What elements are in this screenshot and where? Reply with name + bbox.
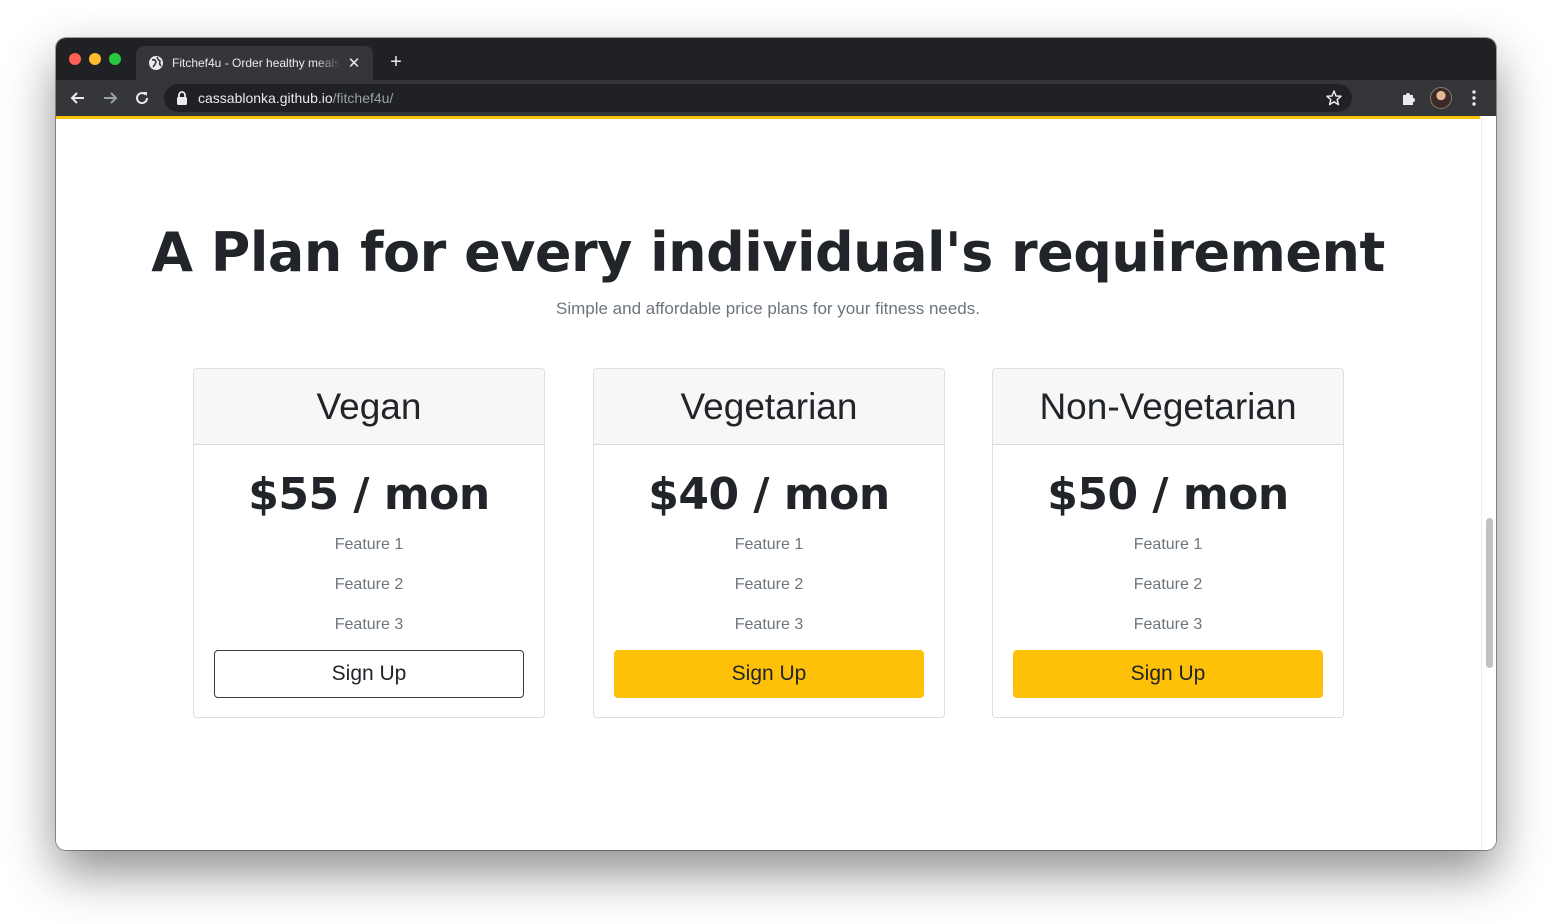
extensions-puzzle-icon[interactable] bbox=[1400, 89, 1418, 107]
browser-tab[interactable]: Fitchef4u - Order healthy meals ✕ bbox=[136, 46, 373, 80]
plan-price: $50 / mon bbox=[1047, 469, 1289, 520]
lock-icon bbox=[176, 91, 188, 105]
scrollbar-thumb[interactable] bbox=[1486, 518, 1493, 668]
close-tab-icon[interactable]: ✕ bbox=[345, 54, 363, 72]
vegetarian-signup-button[interactable]: Sign Up bbox=[614, 650, 924, 698]
pricing-section: A Plan for every individual's requiremen… bbox=[56, 116, 1480, 850]
tab-title: Fitchef4u - Order healthy meals bbox=[172, 56, 341, 70]
feature-item: Feature 3 bbox=[334, 616, 404, 633]
feature-item: Feature 2 bbox=[1133, 576, 1203, 593]
url-path: /fitchef4u/ bbox=[332, 90, 394, 106]
feature-item: Feature 1 bbox=[1133, 536, 1203, 553]
non-vegetarian-signup-button[interactable]: Sign Up bbox=[1013, 650, 1323, 698]
page-viewport: A Plan for every individual's requiremen… bbox=[56, 116, 1496, 850]
tab-strip: Fitchef4u - Order healthy meals ✕ + bbox=[56, 38, 1496, 80]
plan-name: Vegetarian bbox=[594, 369, 944, 445]
feature-item: Feature 1 bbox=[334, 536, 404, 553]
feature-list: Feature 1 Feature 2 Feature 3 bbox=[594, 525, 944, 645]
close-window-button[interactable] bbox=[69, 53, 81, 65]
url-host: cassablonka.github.io bbox=[198, 90, 333, 106]
plan-name: Vegan bbox=[194, 369, 544, 445]
feature-item: Feature 3 bbox=[734, 616, 804, 633]
back-arrow-icon[interactable] bbox=[66, 86, 90, 110]
plan-card-vegetarian: Vegetarian $40 / mon Feature 1 Feature 2… bbox=[593, 368, 945, 718]
vegan-signup-button[interactable]: Sign Up bbox=[214, 650, 524, 698]
feature-item: Feature 2 bbox=[334, 576, 404, 593]
feature-item: Feature 2 bbox=[734, 576, 804, 593]
forward-arrow-icon[interactable] bbox=[98, 86, 122, 110]
reload-icon[interactable] bbox=[130, 86, 154, 110]
plan-price: $40 / mon bbox=[648, 469, 890, 520]
feature-list: Feature 1 Feature 2 Feature 3 bbox=[993, 525, 1343, 645]
new-tab-button[interactable]: + bbox=[384, 51, 408, 75]
address-bar[interactable]: cassablonka.github.io/fitchef4u/ bbox=[164, 84, 1352, 112]
globe-icon bbox=[148, 55, 164, 71]
browser-toolbar: cassablonka.github.io/fitchef4u/ bbox=[56, 80, 1496, 116]
pricing-subheading: Simple and affordable price plans for yo… bbox=[556, 299, 980, 318]
more-vertical-icon[interactable] bbox=[1464, 87, 1484, 109]
navbar-accent-border bbox=[56, 116, 1480, 119]
plan-price: $55 / mon bbox=[248, 469, 490, 520]
pricing-heading: A Plan for every individual's requiremen… bbox=[151, 221, 1385, 284]
browser-window: Fitchef4u - Order healthy meals ✕ + cass… bbox=[56, 38, 1496, 850]
maximize-window-button[interactable] bbox=[109, 53, 121, 65]
plan-card-non-vegetarian: Non-Vegetarian $50 / mon Feature 1 Featu… bbox=[992, 368, 1344, 718]
bookmark-star-icon[interactable] bbox=[1325, 89, 1343, 107]
minimize-window-button[interactable] bbox=[89, 53, 101, 65]
plan-card-vegan: Vegan $55 / mon Feature 1 Feature 2 Feat… bbox=[193, 368, 545, 718]
plan-name: Non-Vegetarian bbox=[993, 369, 1343, 445]
feature-list: Feature 1 Feature 2 Feature 3 bbox=[194, 525, 544, 645]
feature-item: Feature 3 bbox=[1133, 616, 1203, 633]
page-scrollbar[interactable] bbox=[1481, 116, 1496, 850]
profile-avatar[interactable] bbox=[1430, 87, 1452, 109]
feature-item: Feature 1 bbox=[734, 536, 804, 553]
